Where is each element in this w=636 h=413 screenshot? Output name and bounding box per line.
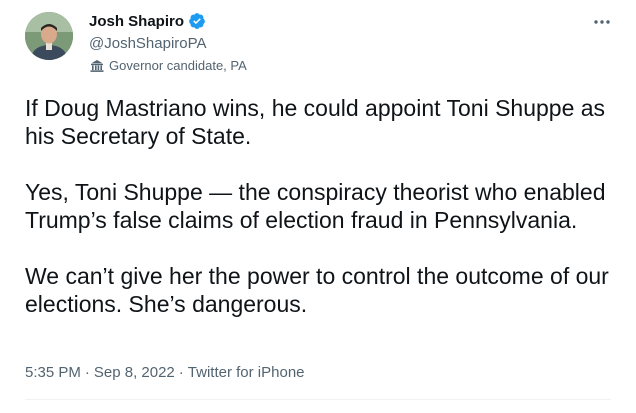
divider <box>25 399 611 400</box>
tweet-time[interactable]: 5:35 PM <box>25 364 81 381</box>
tweet-meta: 5:35 PM · Sep 8, 2022 · Twitter for iPho… <box>25 364 305 381</box>
tweet-date[interactable]: Sep 8, 2022 <box>94 364 175 381</box>
verified-badge-icon <box>188 12 206 30</box>
tweet-source[interactable]: Twitter for iPhone <box>188 364 305 381</box>
more-options-icon[interactable] <box>590 12 614 32</box>
author-display-name[interactable]: Josh Shapiro <box>89 13 184 30</box>
tweet-paragraph: We can’t give her the power to control t… <box>25 263 609 317</box>
author-handle[interactable]: @JoshShapiroPA <box>89 35 207 52</box>
author-label-text: Governor candidate, PA <box>109 58 247 73</box>
meta-separator: · <box>178 364 184 381</box>
tweet-card: Josh Shapiro @JoshShapiroPA Governor can… <box>0 0 636 413</box>
government-building-icon <box>89 59 105 73</box>
tweet-text: If Doug Mastriano wins, he could appoint… <box>25 94 615 318</box>
author-label: Governor candidate, PA <box>89 58 247 73</box>
avatar[interactable] <box>25 12 73 60</box>
author-name-row: Josh Shapiro <box>89 12 206 30</box>
tweet-paragraph: Yes, Toni Shuppe — the conspiracy theori… <box>25 179 606 233</box>
meta-separator: · <box>84 364 90 381</box>
tweet-paragraph: If Doug Mastriano wins, he could appoint… <box>25 95 606 149</box>
